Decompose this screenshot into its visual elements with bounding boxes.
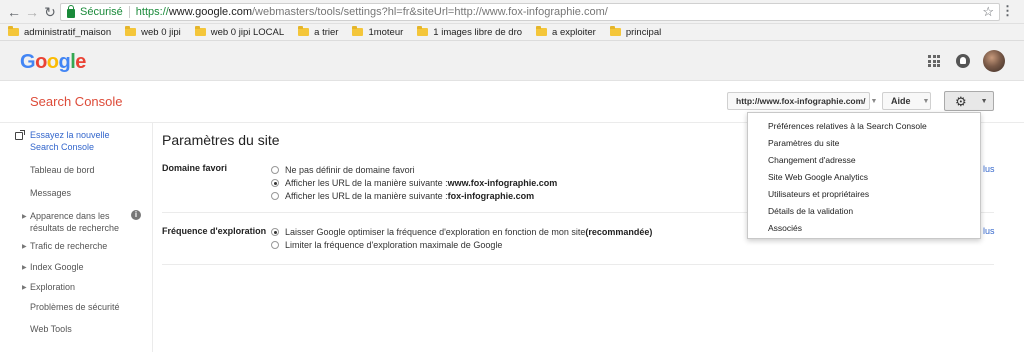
- sidebar-item-security-issues[interactable]: Problèmes de sécurité: [30, 302, 120, 314]
- sidebar-item-search-traffic[interactable]: Trafic de recherche: [30, 241, 107, 253]
- preferred-domain-option-none[interactable]: Ne pas définir de domaine favori: [271, 165, 415, 175]
- folder-icon: [298, 26, 310, 36]
- menu-item-google-analytics[interactable]: Site Web Google Analytics: [768, 172, 868, 182]
- radio-button[interactable]: [271, 228, 279, 236]
- gear-icon: ⚙: [955, 93, 967, 109]
- chevron-down-icon: ▼: [922, 97, 930, 105]
- sidebar-item-try-new[interactable]: Essayez la nouvelle Search Console: [30, 130, 110, 153]
- menu-item-verification-details[interactable]: Détails de la validation: [768, 206, 853, 216]
- chevron-down-icon: ▼: [870, 97, 878, 105]
- folder-icon: [609, 26, 621, 36]
- external-link-icon: [15, 130, 25, 140]
- radio-button[interactable]: [271, 166, 279, 174]
- radio-button[interactable]: [271, 192, 279, 200]
- folder-icon: [194, 26, 206, 36]
- lock-icon: [67, 4, 75, 18]
- reload-icon[interactable]: ↻: [42, 4, 58, 20]
- menu-item-change-address[interactable]: Changement d'adresse: [768, 155, 856, 165]
- bookmark-folder[interactable]: 1moteur: [352, 26, 403, 38]
- folder-icon: [125, 26, 137, 36]
- bookmark-folder[interactable]: a exploiter: [536, 26, 596, 38]
- page-title: Paramètres du site: [162, 132, 280, 148]
- expand-triangle-icon[interactable]: ▶: [22, 284, 27, 291]
- notifications-icon[interactable]: [956, 54, 970, 68]
- sidebar-item-dashboard[interactable]: Tableau de bord: [30, 165, 95, 177]
- sidebar-item-search-appearance[interactable]: Apparence dans les résultats de recherch…: [30, 211, 119, 234]
- back-arrow-icon[interactable]: ←: [6, 4, 22, 20]
- preferred-domain-option-non-www[interactable]: Afficher les URL de la manière suivante …: [271, 191, 534, 201]
- bookmark-folder[interactable]: web 0 jipi: [125, 26, 181, 38]
- bookmark-folder[interactable]: web 0 jipi LOCAL: [194, 26, 284, 38]
- expand-triangle-icon[interactable]: ▶: [22, 264, 27, 271]
- site-selector[interactable]: http://www.fox-infographie.com/ ▼: [727, 92, 877, 110]
- folder-icon: [8, 26, 19, 36]
- bookmark-star-icon[interactable]: ☆: [982, 4, 994, 20]
- chevron-down-icon: ▼: [980, 97, 988, 105]
- preferred-domain-option-www[interactable]: Afficher les URL de la manière suivante …: [271, 178, 557, 188]
- help-button[interactable]: Aide ▼: [882, 92, 931, 110]
- url-host: www.google.com: [168, 6, 252, 18]
- bookmark-folder[interactable]: principal: [609, 26, 661, 38]
- menu-item-associates[interactable]: Associés: [768, 223, 802, 233]
- bookmark-folder[interactable]: a trier: [298, 26, 338, 38]
- more-info-link[interactable]: lus: [983, 226, 995, 236]
- settings-menu: Préférences relatives à la Search Consol…: [747, 112, 981, 239]
- bookmark-folder[interactable]: administratif_maison: [8, 26, 111, 38]
- expand-triangle-icon[interactable]: ▶: [22, 243, 27, 250]
- sidebar-item-google-index[interactable]: Index Google: [30, 262, 84, 274]
- browser-toolbar: ← → ↻ Sécurisé https://www.google.com/we…: [0, 0, 1024, 24]
- settings-button[interactable]: ⚙ ▼: [944, 91, 994, 111]
- address-bar[interactable]: Sécurisé https://www.google.com/webmaste…: [60, 3, 1000, 21]
- crawl-rate-option-limit[interactable]: Limiter la fréquence d'exploration maxim…: [271, 240, 502, 250]
- sidebar: [0, 123, 153, 352]
- url-protocol: https://: [135, 6, 169, 18]
- bookmarks-bar: administratif_maison web 0 jipi web 0 ji…: [0, 24, 1024, 41]
- crawl-rate-label: Fréquence d'exploration: [162, 226, 267, 236]
- radio-button[interactable]: [271, 241, 279, 249]
- apps-grid-icon[interactable]: [928, 55, 940, 67]
- product-title[interactable]: Search Console: [30, 94, 123, 109]
- menu-item-users-owners[interactable]: Utilisateurs et propriétaires: [768, 189, 869, 199]
- preferred-domain-label: Domaine favori: [162, 163, 228, 173]
- avatar[interactable]: [983, 50, 1005, 72]
- sidebar-item-messages[interactable]: Messages: [30, 188, 71, 200]
- sidebar-item-crawl[interactable]: Exploration: [30, 282, 75, 294]
- crawl-rate-option-auto[interactable]: Laisser Google optimiser la fréquence d'…: [271, 227, 652, 237]
- url-path: /webmasters/tools/settings?hl=fr&siteUrl…: [251, 6, 608, 18]
- menu-item-site-settings[interactable]: Paramètres du site: [768, 138, 839, 148]
- folder-icon: [352, 26, 364, 36]
- info-icon[interactable]: i: [131, 210, 141, 220]
- google-logo[interactable]: Google: [20, 51, 86, 74]
- sidebar-item-web-tools[interactable]: Web Tools: [30, 324, 72, 336]
- more-info-link[interactable]: lus: [983, 164, 995, 174]
- forward-arrow-icon[interactable]: →: [24, 4, 40, 20]
- menu-item-console-preferences[interactable]: Préférences relatives à la Search Consol…: [768, 121, 927, 131]
- google-header: Google: [0, 41, 1024, 81]
- secure-label: Sécurisé: [80, 6, 123, 18]
- browser-menu-icon[interactable]: ⋮: [1001, 3, 1014, 19]
- bookmark-folder[interactable]: 1 images libre de dro: [417, 26, 522, 38]
- folder-icon: [536, 26, 548, 36]
- expand-triangle-icon[interactable]: ▶: [22, 213, 27, 220]
- radio-button[interactable]: [271, 179, 279, 187]
- folder-icon: [417, 26, 429, 36]
